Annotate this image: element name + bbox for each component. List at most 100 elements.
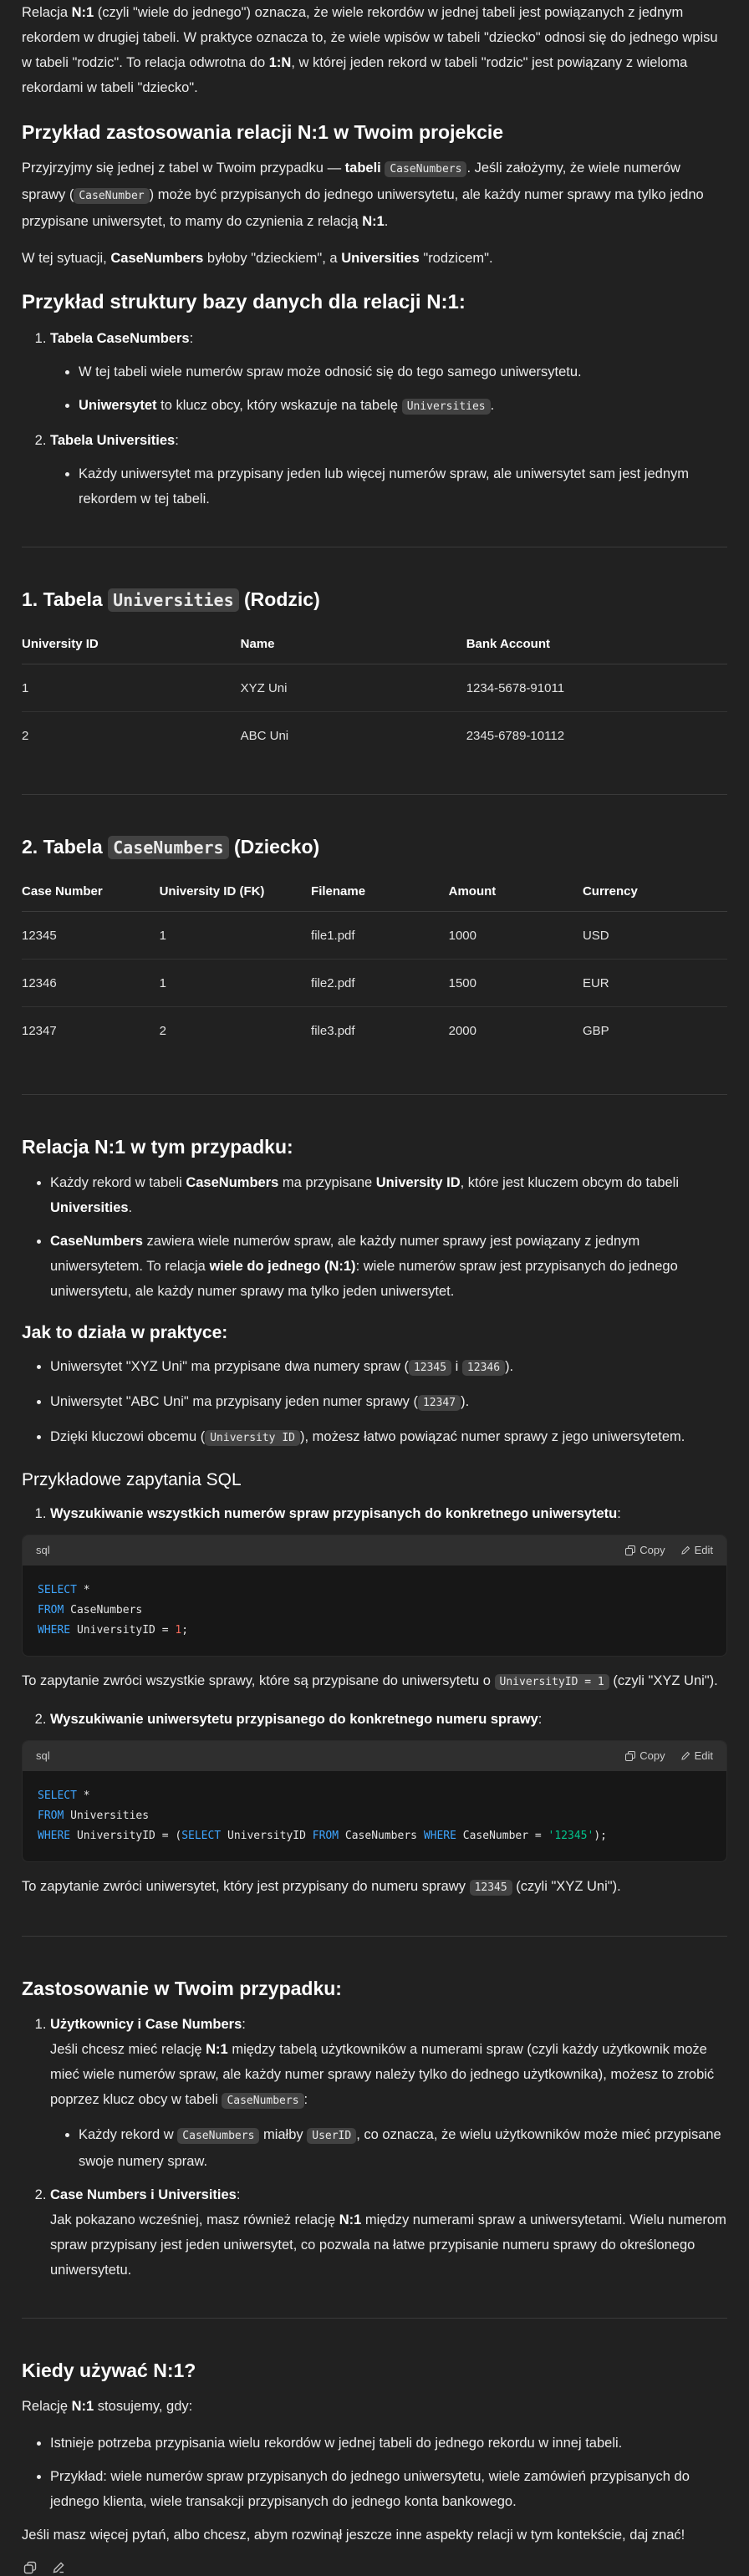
text: . [128,1200,133,1215]
bold-text: N:1 [71,2399,94,2414]
bold-text: Wyszukiwanie uniwersytetu przypisanego d… [50,1712,538,1727]
relation-heading: Relacja N:1 w tym przypadku: [22,1136,293,1158]
text: : [303,2092,308,2107]
text: (Dziecko) [228,836,320,858]
table-cell: 12345 [22,911,160,960]
text: Relacja [22,5,72,20]
edit-message-button[interactable] [50,2559,67,2576]
list-item: Przykład: wiele numerów spraw przypisany… [50,2464,727,2514]
bullet-list: Każdy rekord w CaseNumbers miałby UserID… [50,2122,727,2174]
inline-code: UserID [307,2128,357,2144]
inline-code: UniversityID = 1 [494,1674,609,1690]
text: ). [461,1394,470,1409]
sql-explanation-1: To zapytanie zwróci wszystkie sprawy, kt… [22,1668,727,1695]
table-cell: 12346 [22,959,160,1007]
bold-text: CaseNumbers [110,251,204,266]
copy-label: Copy [639,1749,665,1762]
copy-icon [625,1545,636,1555]
text: Każdy rekord w [79,2127,178,2142]
table-cell: EUR [582,959,727,1007]
bold-text: N:1 [339,2212,362,2227]
bullet-list: Każdy uniwersytet ma przypisany jeden lu… [50,461,727,512]
text: miałby [259,2127,308,2142]
text: 1. Tabela [22,588,109,610]
list-item: Uniwersytet "ABC Uni" ma przypisany jede… [50,1389,727,1416]
table-cell: 2 [22,729,29,743]
closing-paragraph: Jeśli masz więcej pytań, albo chcesz, ab… [22,2528,685,2543]
column-header: University ID [22,624,241,664]
edit-icon [53,2562,64,2573]
example-paragraph-2: W tej sytuacji, CaseNumbers byłoby "dzie… [22,246,727,271]
column-header: University ID (FK) [159,871,312,912]
message-actions [22,2559,727,2576]
table-cell: 1500 [448,959,583,1007]
inline-code: CaseNumbers [177,2128,260,2144]
text: Dzięki kluczowi obcemu ( [50,1429,206,1444]
sql-list-2: Wyszukiwanie uniwersytetu przypisanego d… [22,1707,727,1732]
column-header: Bank Account [466,624,727,664]
code-token: '12345' [548,1830,594,1842]
code-language-label: sql [36,1544,50,1556]
inline-code: 12345 [469,1880,512,1896]
table-cell: 1 [159,911,312,960]
bold-text: N:1 [362,214,385,229]
column-header: Amount [448,871,583,912]
text: ma przypisane [278,1175,376,1190]
edit-label: Edit [694,1544,713,1556]
table-row: 2 ABC Uni 2345-6789-10112 [22,712,727,760]
edit-code-button[interactable]: Edit [680,1538,713,1563]
copy-message-button[interactable] [22,2559,38,2576]
inline-code: CaseNumbers [222,2093,304,2109]
column-header: Currency [582,871,727,912]
code-body: SELECT * FROM CaseNumbers WHERE Universi… [38,1584,189,1637]
copy-icon [625,1751,636,1761]
inline-code: 12345 [408,1360,452,1376]
code-token: SELECT [38,1789,77,1802]
list-item: Case Numbers i Universities: Jak pokazan… [50,2182,727,2283]
table-cell: 1000 [448,911,583,960]
divider [22,1094,727,1095]
code-block-1: sql Copy Edit SELECT * FROM CaseNumbers … [22,1535,727,1657]
text: , które jest kluczem obcym do tabeli [460,1175,679,1190]
copy-code-button[interactable]: Copy [625,1744,665,1769]
structure-heading: Przykład struktury bazy danych dla relac… [22,291,466,313]
list-item: Użytkownicy i Case Numbers: Jeśli chcesz… [50,2012,727,2174]
table-cell: 2000 [448,1024,476,1038]
text: To zapytanie zwróci uniwersytet, który j… [22,1879,470,1894]
example-heading: Przykład zastosowania relacji N:1 w Twoi… [22,121,504,143]
table-cell: XYZ Uni [240,664,466,712]
bold-text: Tabela CaseNumbers [50,331,190,346]
chat-message: Relacja N:1 (czyli "wiele do jednego") o… [0,0,749,2576]
text: (Rodzic) [238,588,320,610]
text: : [242,2017,246,2032]
usage-list: Użytkownicy i Case Numbers: Jeśli chcesz… [22,2012,727,2283]
table-header-row: University ID Name Bank Account [22,624,727,664]
list-item: Wyszukiwanie uniwersytetu przypisanego d… [50,1707,727,1732]
text: "rodzicem". [419,251,493,266]
inline-code: CaseNumbers [385,161,467,177]
table-cell: ABC Uni [240,729,289,743]
copy-code-button[interactable]: Copy [625,1538,665,1563]
text: W tej sytuacji, [22,251,111,266]
divider [22,1936,727,1937]
bold-text: Uniwersytet [79,398,157,413]
text: Przyjrzyjmy się jednej z tabel w Twoim p… [22,160,345,176]
text: To zapytanie zwróci wszystkie sprawy, kt… [22,1673,495,1688]
relation-list: Każdy rekord w tabeli CaseNumbers ma prz… [22,1170,727,1304]
inline-code: Universities [108,588,239,612]
bold-text: 1:N [268,55,292,70]
table-cell: 2 [159,1024,166,1038]
inline-code: CaseNumbers [108,836,229,859]
bold-text: N:1 [71,5,94,20]
when-heading: Kiedy używać N:1? [22,2360,196,2381]
edit-code-button[interactable]: Edit [680,1744,713,1769]
bold-text: Universities [50,1200,129,1215]
table-header-row: Case Number University ID (FK) Filename … [22,871,727,912]
code-token: SELECT [181,1830,222,1842]
table-cell: 2345-6789-10112 [466,729,565,743]
bold-text: tabeli [344,160,381,176]
list-item: Wyszukiwanie wszystkich numerów spraw pr… [50,1501,727,1526]
edit-icon [680,1751,690,1760]
text: to klucz obcy, który wskazuje na tabelę [156,398,402,413]
text: (czyli "XYZ Uni"). [609,1673,718,1688]
